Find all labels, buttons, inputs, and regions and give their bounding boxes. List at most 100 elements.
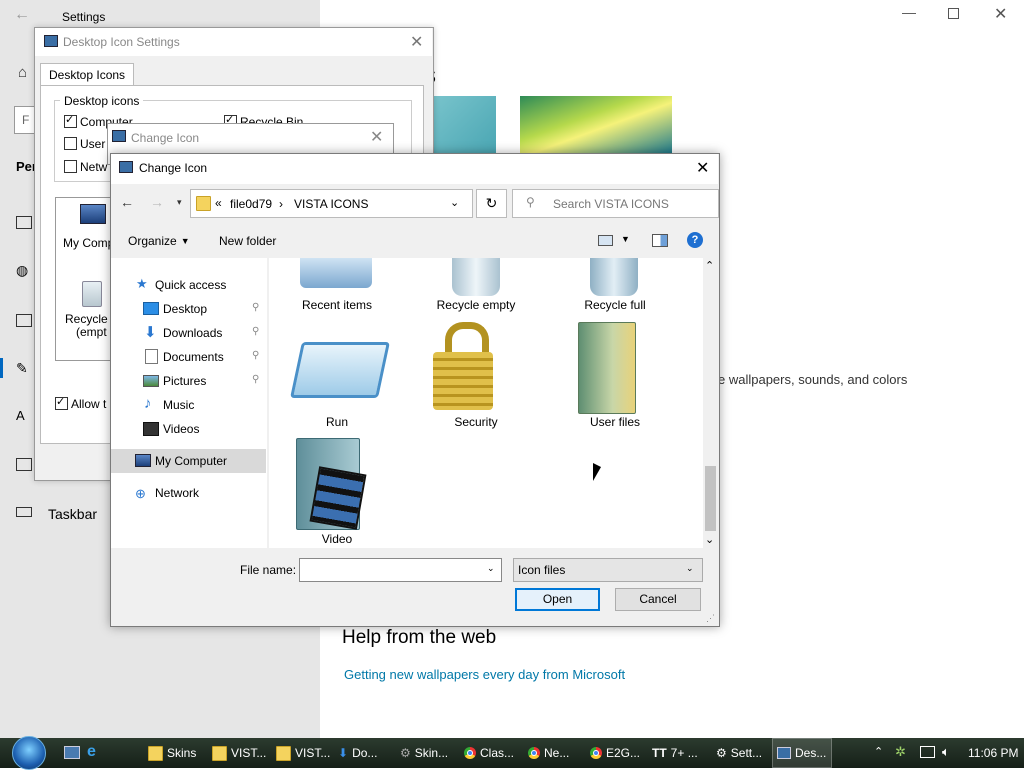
nav-item-documents[interactable]: Documents [163,350,224,364]
view-options-chevron-icon[interactable]: ▼ [621,234,630,244]
forward-arrow-icon[interactable]: → [150,194,164,210]
file-name-input[interactable] [299,558,502,582]
file-dialog-app-icon [119,161,133,173]
refresh-button[interactable]: ↻ [476,189,507,218]
settings-title: Settings [62,10,106,24]
recent-locations-chevron-icon[interactable]: ▾ [177,197,182,208]
file-name-dropdown-icon[interactable]: ⌄ [487,563,495,574]
taskbar-item-chrome-3[interactable]: E2G... [590,738,640,768]
breadcrumb-prefix[interactable]: « [215,196,222,210]
desktop-icon-settings-title: Desktop Icon Settings [63,35,180,49]
folder-icon [212,745,227,761]
scroll-down-icon[interactable]: ⌄ [705,533,714,546]
nav-item-downloads[interactable]: Downloads [163,326,222,340]
change-icon-back-close[interactable]: ✕ [370,127,383,147]
theme-thumbnail-1[interactable] [432,96,496,153]
user-files-icon[interactable] [578,322,636,414]
help-link[interactable]: Getting new wallpapers every day from Mi… [344,667,625,682]
scroll-up-icon[interactable]: ⌃ [705,259,714,272]
film-strip-icon [309,466,367,530]
tray-chevron-icon[interactable]: ⌃ [874,745,883,758]
taskbar-item-desktop-icon-settings[interactable]: Des... [772,738,832,768]
organize-chevron-icon: ▼ [180,236,190,246]
network-checkbox-label: Netw [80,160,108,174]
desktop-icon-settings-close[interactable]: ✕ [410,32,423,52]
nav-item-pictures[interactable]: Pictures [163,374,206,388]
tray-volume-icon[interactable]: 🔈︎ [942,744,950,760]
file-run[interactable]: Run [267,415,407,429]
background-icon[interactable] [16,216,32,229]
resize-grip-icon[interactable]: ⋰ [706,613,715,624]
home-icon[interactable]: ⌂ [18,64,27,81]
breadcrumb-segment-1[interactable]: file0d79 [230,197,272,211]
taskbar-item-settings[interactable]: ⚙ Sett... [716,738,762,768]
change-view-icon[interactable] [598,235,613,246]
nav-network[interactable]: Network [155,486,199,500]
recycle-empty-icon[interactable] [452,258,500,296]
file-type-dropdown-icon[interactable]: ⌄ [686,563,694,574]
taskbar-item-chrome-2[interactable]: Ne... [528,738,569,768]
my-computer-preview-icon[interactable] [80,204,106,224]
back-arrow-icon[interactable]: ← [120,194,134,210]
taskbar-settings-icon[interactable] [16,507,32,517]
file-user-files[interactable]: User files [545,415,685,429]
colors-icon[interactable]: ◍ [16,262,28,279]
nav-item-music[interactable]: Music [163,398,194,412]
file-security[interactable]: Security [406,415,546,429]
run-icon[interactable] [290,342,390,398]
theme-thumbnail-2[interactable] [520,96,672,153]
recycle-preview-icon[interactable] [82,281,102,307]
security-lock-icon[interactable] [433,352,493,410]
taskbar-item-7plus[interactable]: TT 7+ ... [652,738,698,768]
recent-items-icon[interactable] [300,258,372,288]
taskbar-item-vista-1[interactable]: VIST... [212,738,266,768]
taskbar-item-chrome-1[interactable]: Clas... [464,738,514,768]
network-checkbox[interactable] [64,160,77,173]
restore-button[interactable] [948,8,959,19]
clock[interactable]: 11:06 PM [968,746,1018,760]
file-video[interactable]: Video [267,532,407,546]
cancel-button[interactable]: Cancel [615,588,701,611]
settings-back-button[interactable]: ← [14,6,30,24]
download-icon: ⬇ [338,746,349,760]
taskbar-item-skins[interactable]: Skins [148,738,196,768]
file-dialog-close[interactable]: ✕ [696,158,709,178]
allow-themes-checkbox[interactable] [55,395,68,410]
file-recent-items[interactable]: Recent items [267,298,407,312]
taskbar-item-skin[interactable]: ⚙ Skin... [400,738,448,768]
desktop-icons-tab[interactable]: Desktop Icons [40,63,135,86]
new-folder-button[interactable]: New folder [219,234,276,248]
minimize-button[interactable]: — [902,4,916,20]
folder-icon [148,745,163,761]
start-icon[interactable] [16,458,32,471]
themes-icon[interactable]: ✎ [16,360,28,377]
videos-icon [143,422,159,436]
tray-network-icon[interactable] [920,746,935,758]
nav-quick-access[interactable]: Quick access [155,278,226,292]
nav-item-desktop[interactable]: Desktop [163,302,207,316]
tray-app-icon[interactable]: ✲ [895,744,906,760]
nav-item-videos[interactable]: Videos [163,422,199,436]
file-recycle-full[interactable]: Recycle full [545,298,685,312]
desktop-icon-settings-app-icon [44,35,58,47]
fonts-icon[interactable]: A [16,408,25,423]
computer-checkbox[interactable] [64,113,77,128]
file-recycle-empty[interactable]: Recycle empty [406,298,546,312]
close-button[interactable]: ✕ [994,4,1007,24]
address-dropdown-icon[interactable]: ⌄ [450,196,459,209]
documents-icon [145,349,158,364]
open-button[interactable]: Open [515,588,600,611]
file-name-label: File name: [240,563,297,577]
preview-pane-icon[interactable] [652,234,668,247]
taskbar-item-downloads[interactable]: ⬇ Do... [338,738,377,768]
my-computer-icon [135,454,151,467]
taskbar-item-vista-2[interactable]: VIST... [276,738,330,768]
lockscreen-icon[interactable] [16,314,32,327]
scroll-thumb[interactable] [705,466,716,531]
recycle-full-icon[interactable] [590,258,638,296]
help-icon[interactable]: ? [687,232,703,248]
taskbar-settings-label[interactable]: Taskbar [48,506,97,522]
user-checkbox[interactable] [64,137,77,150]
organize-button[interactable]: Organize ▼ [128,234,190,248]
breadcrumb-segment-2[interactable]: VISTA ICONS [294,197,368,211]
